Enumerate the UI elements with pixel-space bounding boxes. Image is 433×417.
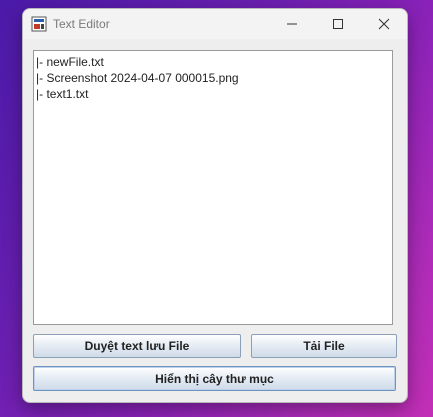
- tree-line-text1: |- text1.txt: [36, 87, 89, 101]
- minimize-icon: [287, 23, 297, 25]
- minimize-button[interactable]: [269, 9, 315, 39]
- load-file-button[interactable]: Tải File: [251, 334, 397, 358]
- title-bar[interactable]: Text Editor: [23, 9, 407, 39]
- app-icon: [31, 16, 47, 32]
- show-directory-tree-label: Hiển thị cây thư mục: [155, 371, 274, 386]
- tree-line-newfile: |- newFile.txt: [36, 55, 104, 69]
- close-icon: [378, 18, 390, 30]
- text-area[interactable]: |- newFile.txt |- Screenshot 2024-04-07 …: [33, 50, 393, 325]
- browse-save-label: Duyệt text lưu File: [84, 339, 190, 353]
- app-window: Text Editor |- newFile.txt |- Screenshot…: [22, 8, 408, 403]
- maximize-button[interactable]: [315, 9, 361, 39]
- maximize-icon: [333, 19, 343, 29]
- load-file-label: Tải File: [303, 339, 345, 353]
- close-button[interactable]: [361, 9, 407, 39]
- tree-line-screenshot: |- Screenshot 2024-04-07 000015.png: [36, 71, 239, 85]
- show-directory-tree-button[interactable]: Hiển thị cây thư mục: [33, 366, 396, 391]
- browse-save-button[interactable]: Duyệt text lưu File: [33, 334, 241, 358]
- window-title: Text Editor: [53, 17, 110, 31]
